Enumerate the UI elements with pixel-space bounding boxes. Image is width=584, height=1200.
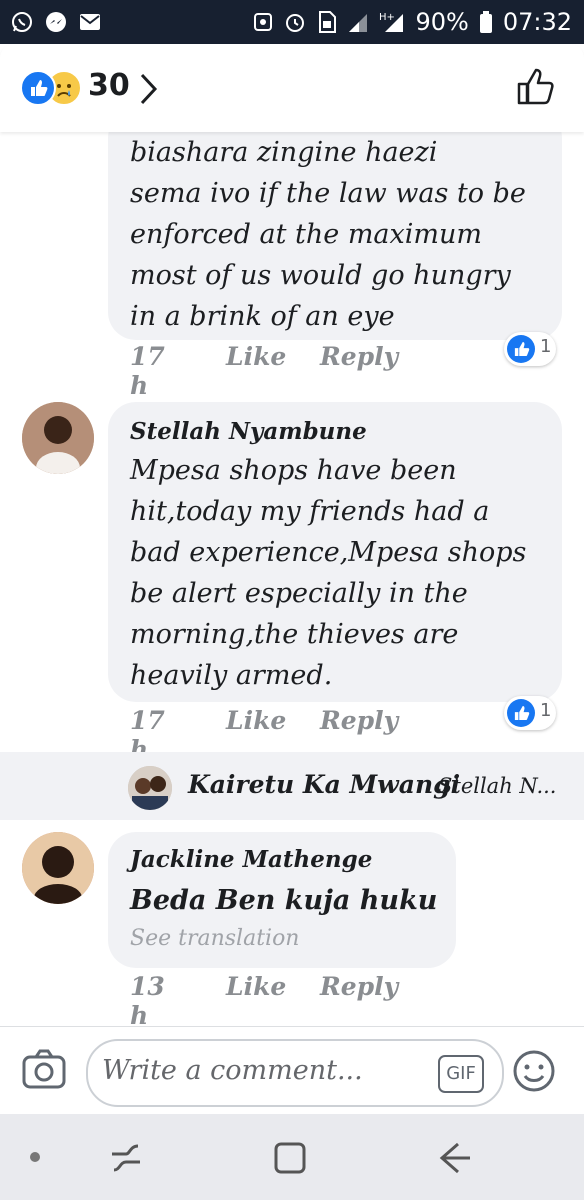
like-reaction-icon: [507, 335, 535, 363]
reply-snippet: Stellah N...: [438, 774, 557, 798]
signal-icon-2: H+: [379, 12, 404, 32]
recents-icon[interactable]: [108, 1140, 144, 1176]
reply-preview[interactable]: Kairetu Ka Mwangi Stellah N...: [0, 752, 584, 820]
chevron-right-icon[interactable]: [138, 72, 160, 106]
like-post-icon[interactable]: [514, 64, 558, 108]
reactions-header: 30: [0, 44, 584, 132]
comment-line: hit,today my friends had a: [130, 496, 490, 527]
see-translation-link[interactable]: See translation: [130, 926, 299, 951]
messenger-icon: [46, 12, 66, 32]
signal-icon-1: [349, 14, 368, 32]
comment-line: morning,the thieves are: [130, 619, 459, 650]
comment-3-text: Beda Ben kuja huku: [130, 880, 437, 921]
like-button[interactable]: Like: [226, 972, 286, 1001]
comment-bubble-2: Stellah Nyambune Mpesa shops have been h…: [108, 402, 562, 702]
battery-percent: 90%: [415, 8, 469, 36]
gif-label: GIF: [446, 1063, 476, 1084]
comment-line: most of us would go hungry: [130, 260, 511, 291]
comment-line: Beda Ben kuja huku: [130, 885, 438, 916]
comment-line: in a brink of an eye: [130, 301, 395, 332]
comment-author[interactable]: Jackline Mathenge: [130, 846, 372, 873]
whatsapp-icon: [12, 12, 32, 32]
android-nav-bar: [0, 1114, 584, 1200]
camera-icon[interactable]: [22, 1049, 66, 1089]
comment-composer: Write a comment... GIF: [0, 1026, 584, 1115]
comment-line: be alert especially in the: [130, 578, 468, 609]
avatar[interactable]: [22, 832, 94, 904]
comment-input[interactable]: Write a comment... GIF: [86, 1039, 504, 1107]
comment-1-text: biashara zingine haezi sema ivo if the l…: [130, 132, 526, 337]
avatar[interactable]: [22, 402, 94, 474]
comment-line: Mpesa shops have been: [130, 455, 457, 486]
reaction-count: 1: [540, 700, 552, 721]
back-icon[interactable]: [434, 1138, 474, 1178]
status-right: H+ 90% 07:32: [253, 8, 572, 36]
like-reaction-icon: [507, 699, 535, 727]
reply-button[interactable]: Reply: [320, 706, 398, 735]
gif-button[interactable]: GIF: [438, 1055, 484, 1093]
comment-time: 17 h: [130, 342, 165, 400]
comment-author[interactable]: Stellah Nyambune: [130, 418, 367, 445]
comment-line: sema ivo if the law was to be: [130, 178, 526, 209]
like-button[interactable]: Like: [226, 706, 286, 735]
reaction-count: 1: [540, 336, 552, 357]
alarm-icon: [286, 14, 305, 32]
reply-author: Kairetu Ka Mwangi: [188, 770, 461, 799]
comment-line: enforced at the maximum: [130, 219, 482, 250]
emoji-icon[interactable]: [512, 1049, 556, 1093]
comment-placeholder: Write a comment...: [102, 1055, 363, 1086]
sim-icon: [319, 11, 337, 33]
svg-text:H+: H+: [379, 12, 395, 23]
comment-1-reactions[interactable]: 1: [504, 332, 556, 366]
comment-line: heavily armed.: [130, 660, 333, 691]
reaction-count[interactable]: 30: [88, 68, 130, 103]
reply-button[interactable]: Reply: [320, 342, 398, 371]
mail-icon: [80, 14, 100, 30]
like-reaction-icon: [20, 70, 56, 106]
status-bar: H+ 90% 07:32: [0, 0, 584, 44]
dot-indicator: [30, 1152, 40, 1162]
recycle-icon: [254, 13, 273, 31]
comment-2-reactions[interactable]: 1: [504, 696, 556, 730]
like-button[interactable]: Like: [226, 342, 286, 371]
comment-line: biashara zingine haezi: [130, 137, 438, 168]
comment-time: 13 h: [130, 972, 165, 1030]
comment-bubble-1: biashara zingine haezi sema ivo if the l…: [108, 110, 562, 340]
home-icon[interactable]: [272, 1140, 308, 1176]
clock: 07:32: [502, 8, 572, 36]
comment-bubble-3: Jackline Mathenge Beda Ben kuja huku See…: [108, 832, 456, 968]
comment-line: bad experience,Mpesa shops: [130, 537, 527, 568]
reply-button[interactable]: Reply: [320, 972, 398, 1001]
comment-2-text: Mpesa shops have been hit,today my frien…: [130, 450, 526, 696]
battery-icon: [479, 11, 492, 33]
avatar: [128, 766, 172, 810]
